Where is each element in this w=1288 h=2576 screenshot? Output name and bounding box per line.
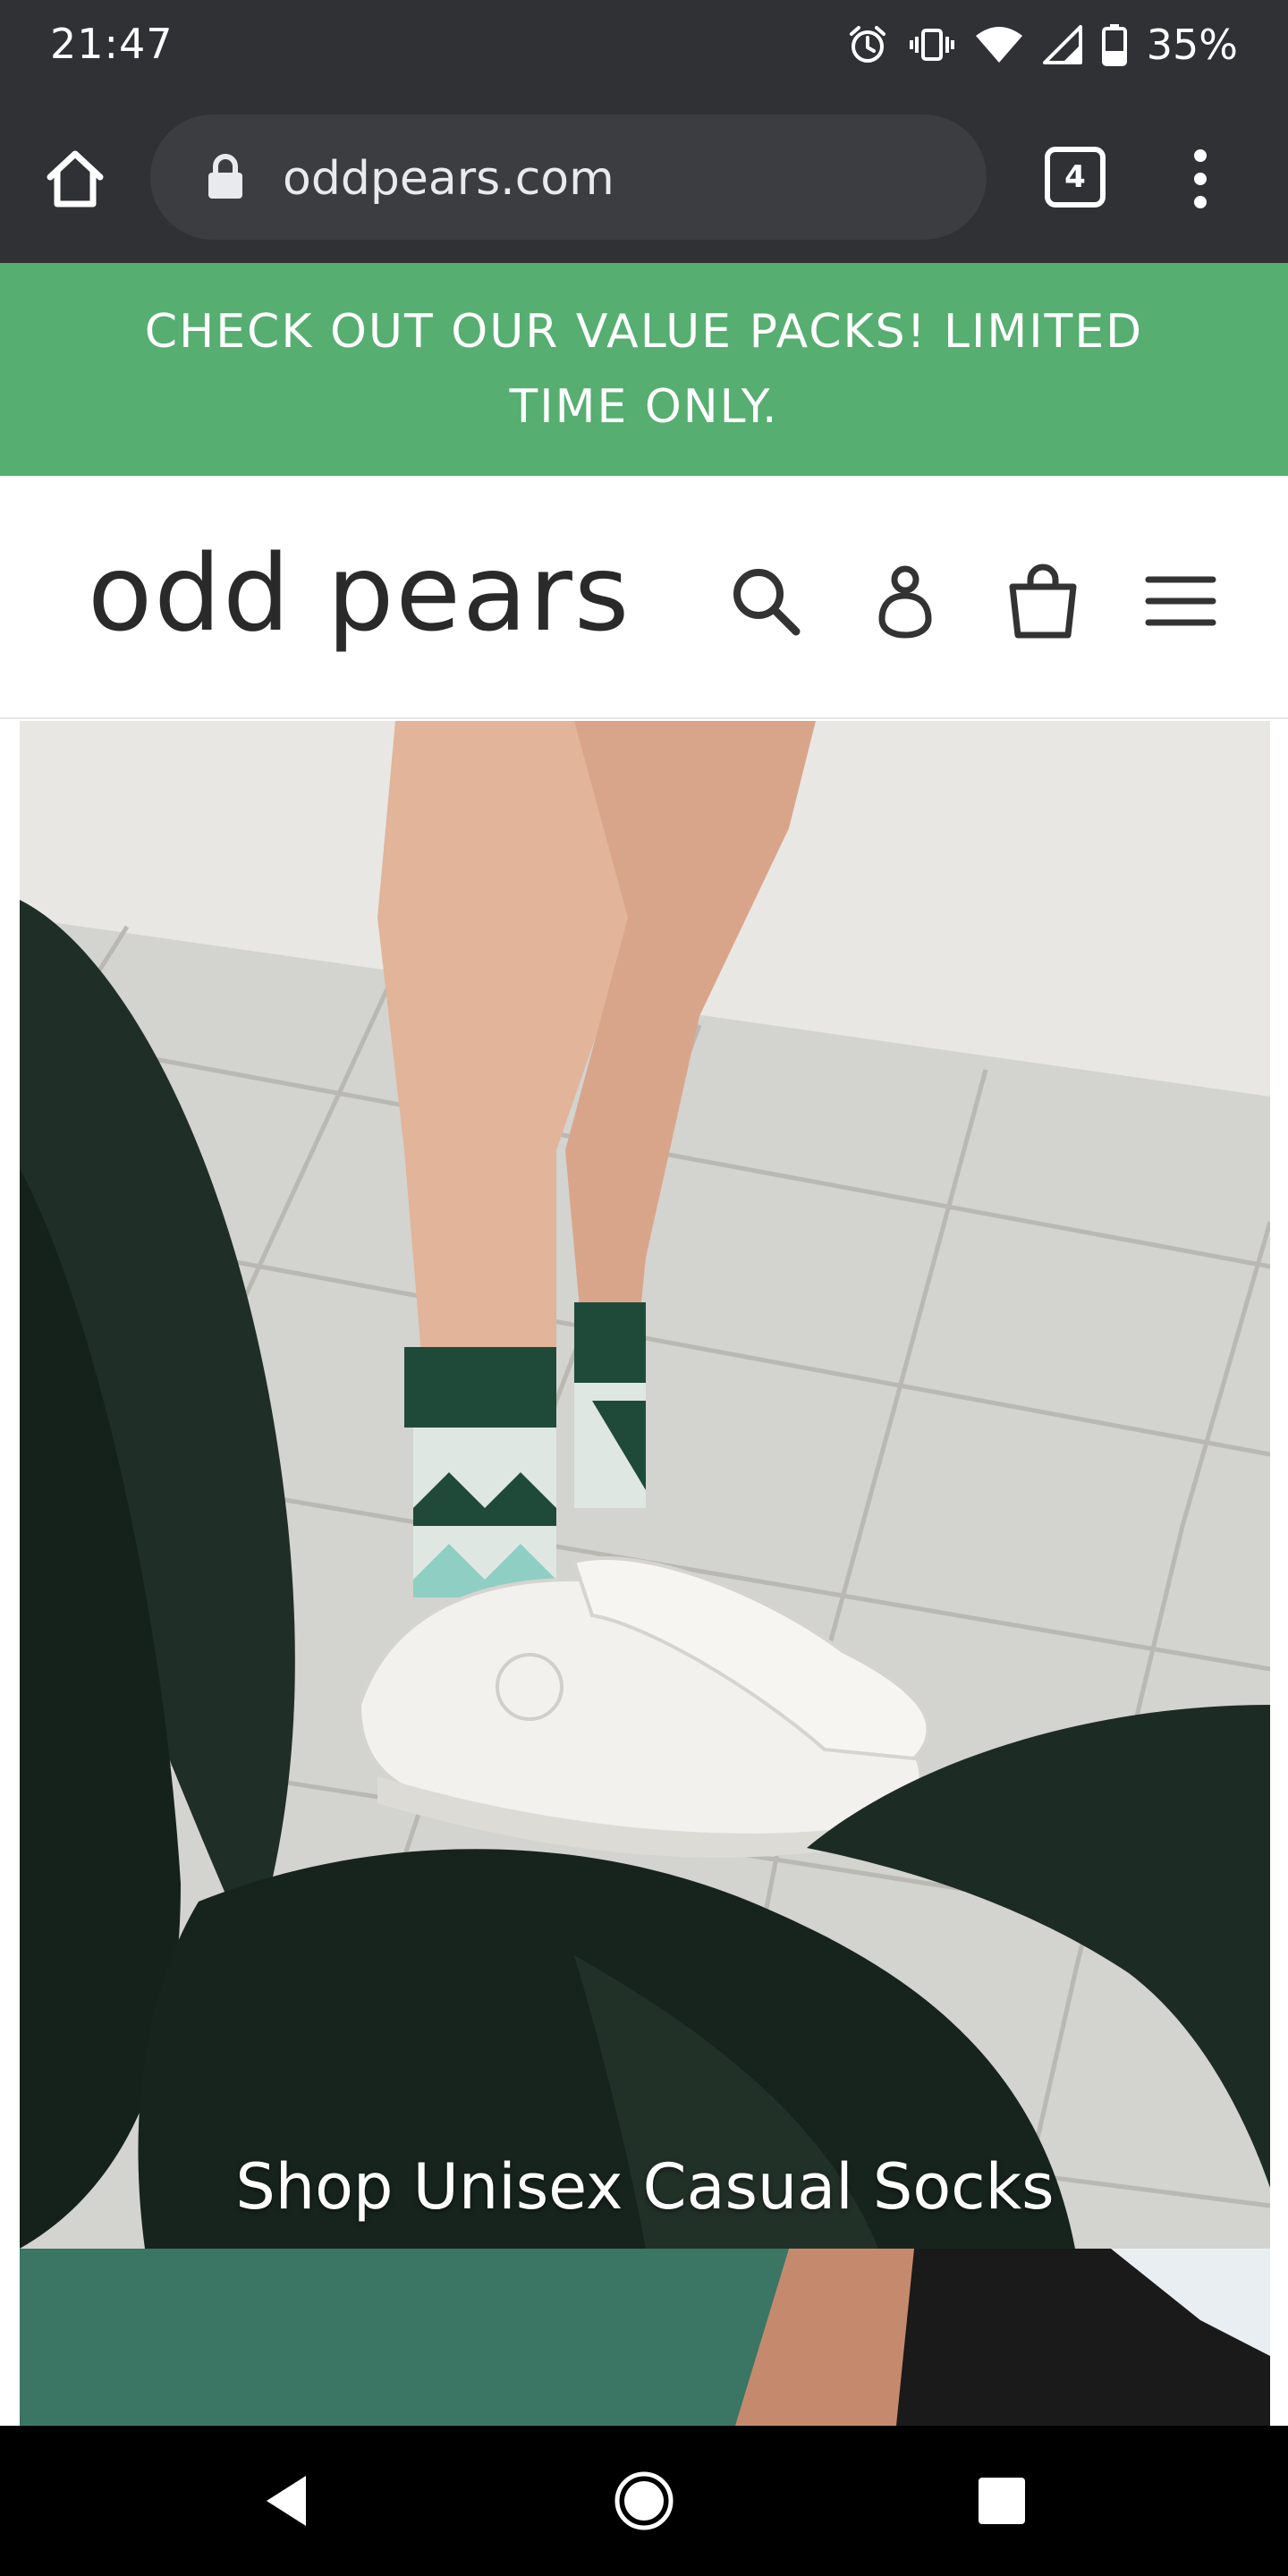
hero-banner[interactable]: Shop Unisex Casual Socks [20,721,1270,2249]
url-text: oddpears.com [283,152,614,206]
url-bar[interactable]: oddpears.com [150,114,987,240]
site-logo[interactable]: odd pears [88,535,631,651]
wifi-icon [975,25,1023,64]
site-header: odd pears [0,476,1288,719]
account-icon[interactable] [866,562,945,640]
alarm-icon [846,23,889,66]
home-circle-icon[interactable] [608,2465,680,2537]
status-time: 21:47 [50,20,174,68]
recents-icon[interactable] [966,2465,1038,2537]
hero-caption[interactable]: Shop Unisex Casual Socks [20,2150,1270,2224]
tabs-icon[interactable]: 4 [1045,147,1106,208]
back-icon[interactable] [250,2465,322,2537]
hamburger-menu-icon[interactable] [1141,562,1220,640]
next-banner-picture [20,2249,1270,2426]
search-icon[interactable] [726,562,805,640]
battery-icon [1101,23,1127,66]
signal-icon [1042,25,1082,64]
lock-icon [206,154,245,205]
announcement-bar[interactable]: CHECK OUT OUR VALUE PACKS! LIMITED TIME … [0,263,1288,476]
battery-percent: 35% [1146,21,1238,69]
status-bar: 21:47 35% [0,0,1288,89]
cart-icon[interactable] [1004,562,1082,640]
announcement-text: CHECK OUT OUR VALUE PACKS! LIMITED TIME … [144,305,1144,434]
next-banner-image[interactable] [20,2249,1270,2426]
browser-toolbar: oddpears.com 4 [0,89,1288,263]
vibrate-icon [909,23,955,66]
home-icon[interactable] [39,143,111,215]
more-vert-icon[interactable] [1181,147,1220,211]
hero-image [20,721,1270,2249]
android-nav-bar [0,2426,1288,2576]
status-icons: 35% [846,18,1238,72]
